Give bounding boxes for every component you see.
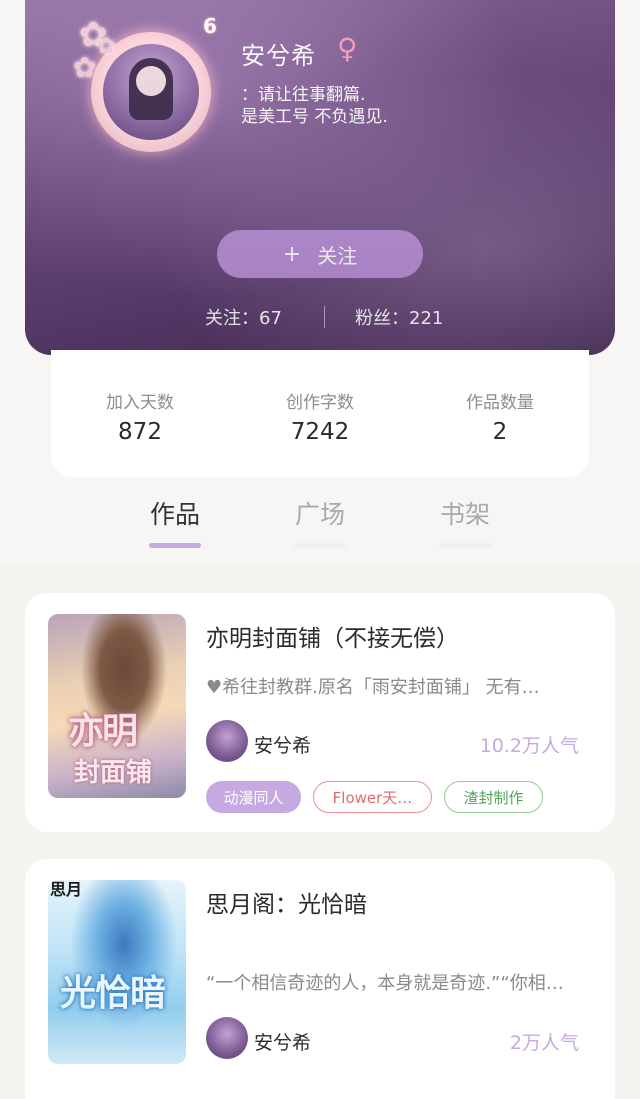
- tag-anime[interactable]: 动漫同人: [206, 781, 301, 813]
- tab-indicator: [149, 543, 201, 548]
- work-cover[interactable]: 思月 光恰暗: [48, 880, 186, 1064]
- stat-works-count: 作品数量 2: [430, 388, 570, 445]
- avatar-image: [103, 44, 199, 140]
- tab-indicator: [294, 543, 346, 548]
- blossom-icon: ✿: [73, 51, 97, 84]
- fans-count[interactable]: 粉丝：221: [355, 304, 443, 330]
- follow-button[interactable]: + 关注: [217, 230, 423, 278]
- stat-value: 7242: [290, 419, 350, 445]
- stat-label: 加入天数: [106, 393, 174, 413]
- user-bio: ：请让往事翻篇. 是美工号 不负遇见.: [241, 84, 388, 128]
- stat-join-days: 加入天数 872: [70, 388, 210, 445]
- work-description: “一个相信奇迹的人，本身就是奇迹.”“你相…: [206, 973, 564, 994]
- tab-label: 作品: [149, 500, 200, 529]
- stat-value: 872: [118, 419, 162, 445]
- avatar-frame: [91, 32, 211, 152]
- author-avatar[interactable]: [206, 720, 248, 762]
- user-name: 安兮希: [241, 42, 316, 70]
- popularity-count: 2万人气: [509, 1032, 579, 1054]
- tag-cover-making[interactable]: 渣封制作: [444, 781, 543, 813]
- bio-line: 是美工号 不负遇见.: [241, 107, 388, 127]
- popularity-count: 10.2万人气: [479, 735, 579, 757]
- profile-area: ✿ ✿ ✿ 6 安兮希 ♀ ：请让往事翻篇. 是美工号 不负遇见. + 关注 关…: [0, 0, 640, 565]
- tag-flower[interactable]: Flower天…: [313, 781, 432, 813]
- work-card[interactable]: 亦明 封面铺 亦明封面铺（不接无偿） ♥希往封教群.原名「雨安封面铺」 无有… …: [25, 593, 615, 832]
- tab-square[interactable]: 广场: [275, 495, 365, 548]
- stat-label: 作品数量: [466, 393, 534, 413]
- tab-label: 书架: [439, 500, 490, 529]
- cover-subtitle-text: 封面铺: [74, 758, 153, 788]
- level-badge: 6: [203, 14, 217, 38]
- following-count[interactable]: 关注：67: [205, 304, 282, 330]
- stats-card: 加入天数 872 创作字数 7242 作品数量 2: [51, 350, 589, 477]
- tab-indicator: [439, 543, 491, 548]
- blossom-icon: ✿: [97, 34, 116, 59]
- work-description: ♥希往封教群.原名「雨安封面铺」 无有…: [206, 677, 540, 698]
- profile-header: ✿ ✿ ✿ 6 安兮希 ♀ ：请让往事翻篇. 是美工号 不负遇见. + 关注 关…: [25, 0, 615, 355]
- follow-counts: 关注：67 粉丝：221: [25, 304, 615, 332]
- tab-bookshelf[interactable]: 书架: [420, 495, 510, 548]
- plus-icon: +: [282, 241, 302, 267]
- stat-word-count: 创作字数 7242: [250, 388, 390, 445]
- female-icon: ♀: [337, 32, 358, 65]
- stat-value: 2: [492, 419, 508, 445]
- cover-title-text: 亦明: [68, 711, 138, 752]
- blossom-icon: ✿: [79, 15, 108, 55]
- stat-label: 创作字数: [286, 393, 354, 413]
- work-cover[interactable]: 亦明 封面铺: [48, 614, 186, 798]
- tab-label: 广场: [294, 500, 345, 529]
- cover-title-text: 光恰暗: [60, 973, 166, 1014]
- author-avatar[interactable]: [206, 1017, 248, 1059]
- avatar[interactable]: ✿ ✿ ✿ 6: [73, 10, 238, 155]
- divider: [324, 306, 325, 328]
- follow-button-label: 关注: [317, 243, 358, 268]
- bio-line: ：请让往事翻篇.: [241, 85, 366, 105]
- tab-bar: 作品 广场 书架: [0, 495, 640, 555]
- author-name[interactable]: 安兮希: [254, 731, 311, 758]
- work-card[interactable]: 思月 光恰暗 思月阁：光恰暗 “一个相信奇迹的人，本身就是奇迹.”“你相… 安兮…: [25, 859, 615, 1099]
- work-title[interactable]: 思月阁：光恰暗: [206, 885, 367, 919]
- tab-works[interactable]: 作品: [130, 495, 220, 548]
- work-title[interactable]: 亦明封面铺（不接无偿）: [206, 619, 459, 653]
- cover-corner-text: 思月: [50, 880, 83, 899]
- author-name[interactable]: 安兮希: [254, 1028, 311, 1055]
